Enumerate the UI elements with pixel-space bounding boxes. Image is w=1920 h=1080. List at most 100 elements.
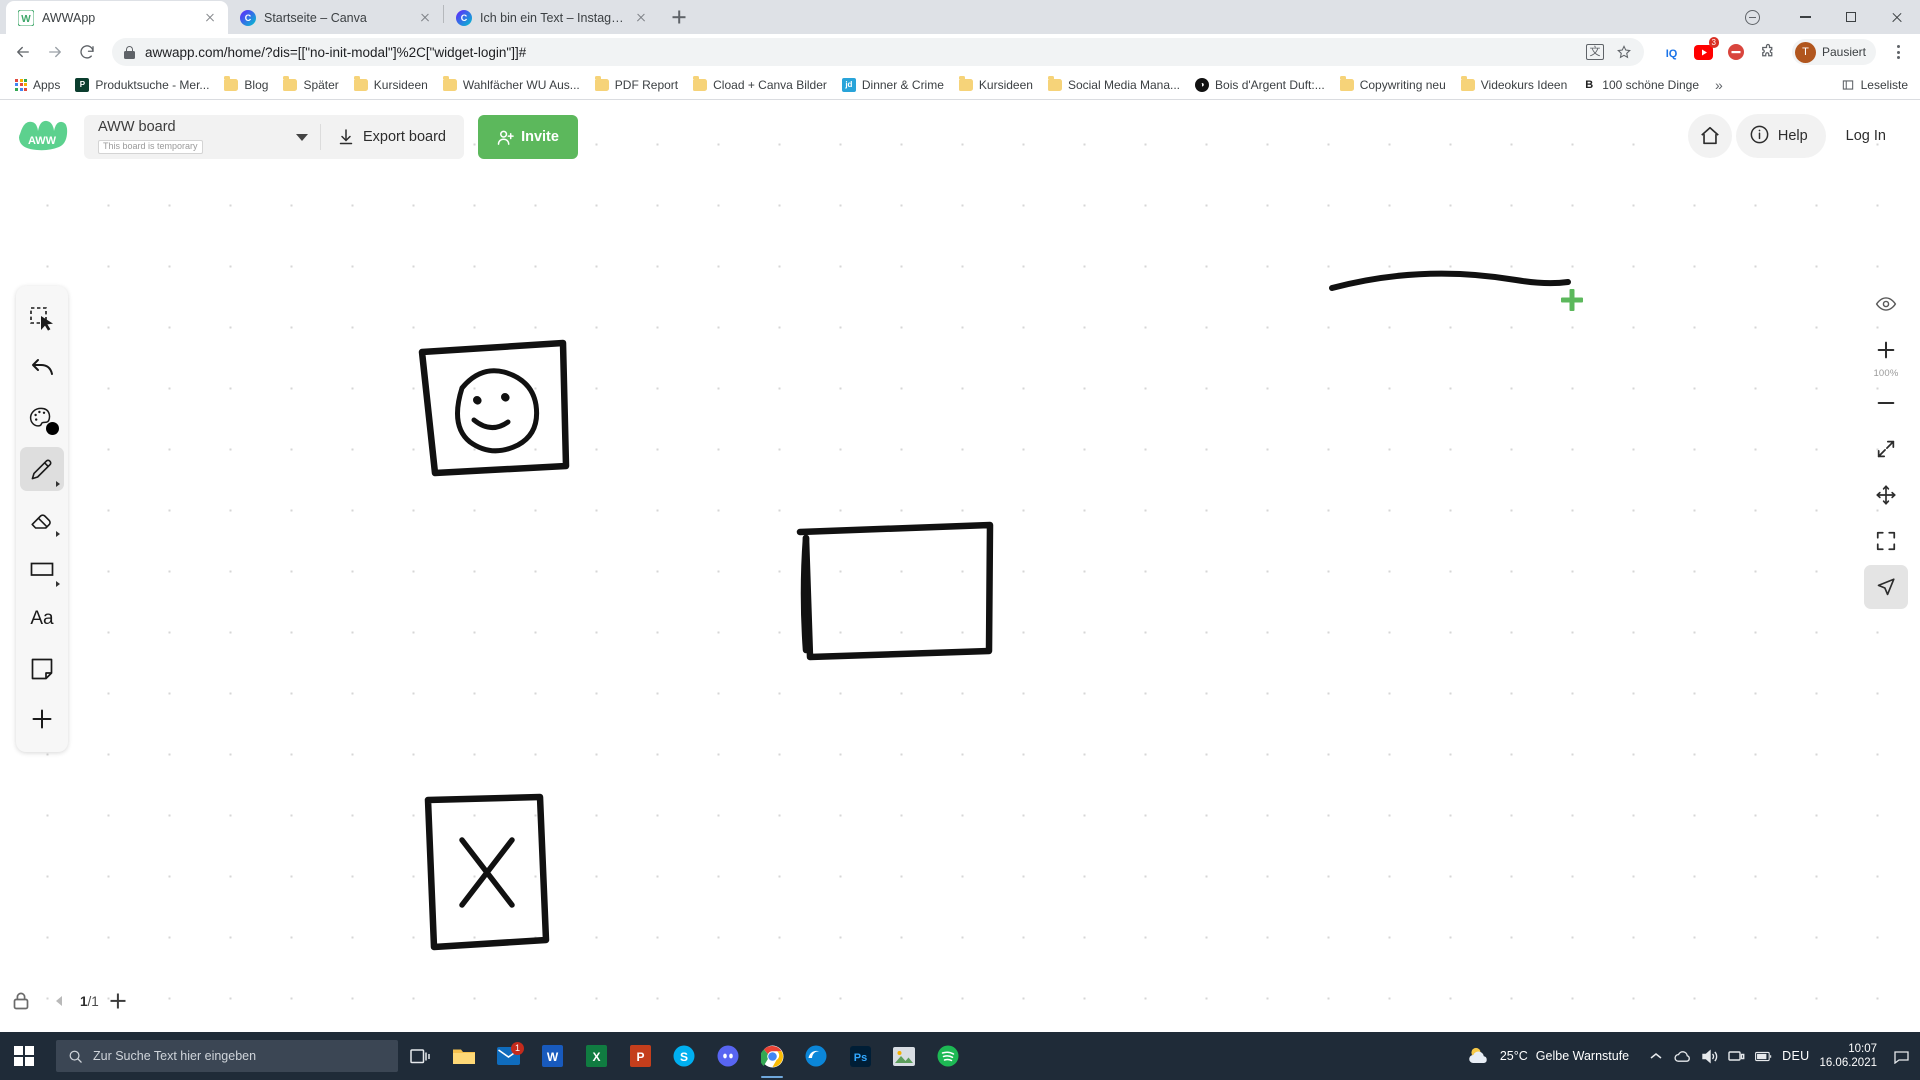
sticky-note-tool[interactable] [20,647,64,691]
color-tool[interactable] [20,397,64,441]
bookmark-pdf-report[interactable]: PDF Report [588,74,685,96]
extensions-circle-icon[interactable] [1736,0,1782,34]
bookmark-wahlfaecher[interactable]: Wahlfächer WU Aus... [436,74,587,96]
prev-page-button[interactable] [46,988,72,1014]
visibility-toggle[interactable] [1864,282,1908,326]
text-tool[interactable]: Aa [20,597,64,641]
new-tab-button[interactable] [665,3,693,31]
add-more-tool[interactable] [20,697,64,741]
maximize-icon[interactable] [1828,0,1874,34]
canva-icon: C [456,9,472,26]
green-plus-cursor [1560,288,1584,312]
tool-submenu-arrow[interactable] [56,581,60,587]
taskbar-image-viewer[interactable] [882,1032,926,1080]
text-aa-icon: Aa [30,608,54,629]
taskbar-skype[interactable]: S [662,1032,706,1080]
taskbar-word[interactable]: W [530,1032,574,1080]
taskbar-chrome[interactable] [750,1032,794,1080]
speaker-icon[interactable] [1701,1048,1718,1065]
reading-list-button[interactable]: Leseliste [1841,78,1912,92]
bookmark-bois-dargent[interactable]: ◑ Bois d'Argent Duft:... [1188,74,1332,96]
cloud-icon[interactable] [1674,1048,1691,1065]
translate-icon[interactable]: 文 [1585,44,1604,60]
browser-tab-awwapp[interactable]: W AWWApp [6,1,228,34]
login-button[interactable]: Log In [1830,114,1902,158]
fit-screen-button[interactable] [1864,427,1908,471]
chevron-down-icon[interactable] [290,125,314,149]
bookmark-apps[interactable]: Apps [8,74,67,96]
zoom-out-button[interactable] [1864,381,1908,425]
taskbar-photoshop[interactable]: Ps [838,1032,882,1080]
address-bar[interactable]: awwapp.com/home/?dis=[["no-init-modal"]%… [112,38,1644,66]
pan-tool-button[interactable] [1864,473,1908,517]
reload-icon[interactable] [72,37,102,67]
help-button[interactable]: Help [1735,114,1826,158]
export-board-button[interactable]: Export board [321,115,464,159]
bookmark-produktsuche[interactable]: P Produktsuche - Mer... [68,74,216,96]
aww-logo[interactable]: AWW [16,114,68,156]
weather-widget[interactable]: 25°C Gelbe Warnstufe [1458,1045,1637,1068]
shape-tool[interactable] [20,547,64,591]
taskbar-file-explorer[interactable] [442,1032,486,1080]
temporary-board-badge: This board is temporary [98,139,203,154]
eraser-tool[interactable] [20,497,64,541]
forward-arrow-icon[interactable] [40,37,70,67]
board-selector[interactable]: AWW board This board is temporary [84,120,290,154]
task-view-icon[interactable] [398,1032,442,1080]
notification-icon[interactable] [1893,1048,1910,1065]
lock-icon[interactable] [10,990,32,1012]
taskbar-discord[interactable] [706,1032,750,1080]
close-icon[interactable] [633,10,649,26]
bookmark-kursideen-2[interactable]: Kursideen [952,74,1040,96]
undo-tool[interactable] [20,347,64,391]
star-icon[interactable] [1616,44,1632,60]
bookmark-cload-canva[interactable]: Cload + Canva Bilder [686,74,834,96]
taskbar-powerpoint[interactable]: P [618,1032,662,1080]
taskbar-excel[interactable]: X [574,1032,618,1080]
puzzle-extension-icon[interactable] [1754,38,1782,66]
chrome-menu-icon[interactable] [1884,38,1912,66]
profile-button[interactable]: T Pausiert [1791,39,1876,65]
minimize-icon[interactable] [1782,0,1828,34]
adblock-extension-icon[interactable] [1722,38,1750,66]
iq-extension-icon[interactable]: IQ [1658,38,1686,66]
bookmarks-overflow-button[interactable]: » [1707,75,1731,95]
bookmark-100-schoene-dinge[interactable]: B 100 schöne Dinge [1575,74,1706,96]
taskbar-spotify[interactable] [926,1032,970,1080]
language-indicator[interactable]: DEU [1782,1049,1809,1063]
browser-tab-instagram-beitrag[interactable]: C Ich bin ein Text – Instagram-Beit [444,1,659,34]
close-icon[interactable] [202,10,218,26]
bookmark-copywriting[interactable]: Copywriting neu [1333,74,1453,96]
invite-button[interactable]: Invite [478,115,578,159]
network-icon[interactable] [1728,1048,1745,1065]
bookmark-kursideen-1[interactable]: Kursideen [347,74,435,96]
windows-start-icon[interactable] [0,1032,48,1080]
battery-icon[interactable] [1755,1048,1772,1065]
tool-submenu-arrow[interactable] [56,481,60,487]
current-color-swatch[interactable] [46,422,59,435]
bookmark-blog[interactable]: Blog [217,74,275,96]
bookmark-spaeter[interactable]: Später [276,74,345,96]
add-page-button[interactable] [107,990,129,1012]
back-arrow-icon[interactable] [8,37,38,67]
bookmark-social-media[interactable]: Social Media Mana... [1041,74,1187,96]
tool-submenu-arrow[interactable] [56,531,60,537]
fullscreen-button[interactable] [1864,519,1908,563]
taskbar-mail[interactable]: 1 [486,1032,530,1080]
home-icon[interactable] [1687,114,1732,158]
whiteboard-canvas[interactable] [0,100,1920,1032]
taskbar-search-input[interactable]: Zur Suche Text hier eingeben [56,1040,398,1072]
youtube-extension-icon[interactable]: 3 [1690,37,1719,66]
chevron-up-icon[interactable] [1647,1048,1664,1065]
taskbar-edge[interactable] [794,1032,838,1080]
close-window-icon[interactable] [1874,0,1920,34]
browser-tab-canva-startseite[interactable]: C Startseite – Canva [228,1,443,34]
pencil-tool[interactable] [20,447,64,491]
pointer-laser-button[interactable] [1864,565,1908,609]
zoom-in-button[interactable] [1864,328,1908,372]
bookmark-dinner-crime[interactable]: jd Dinner & Crime [835,74,951,96]
close-icon[interactable] [417,10,433,26]
select-tool[interactable] [20,297,64,341]
bookmark-videokurs[interactable]: Videokurs Ideen [1454,74,1575,96]
taskbar-clock[interactable]: 10:07 16.06.2021 [1819,1042,1883,1071]
